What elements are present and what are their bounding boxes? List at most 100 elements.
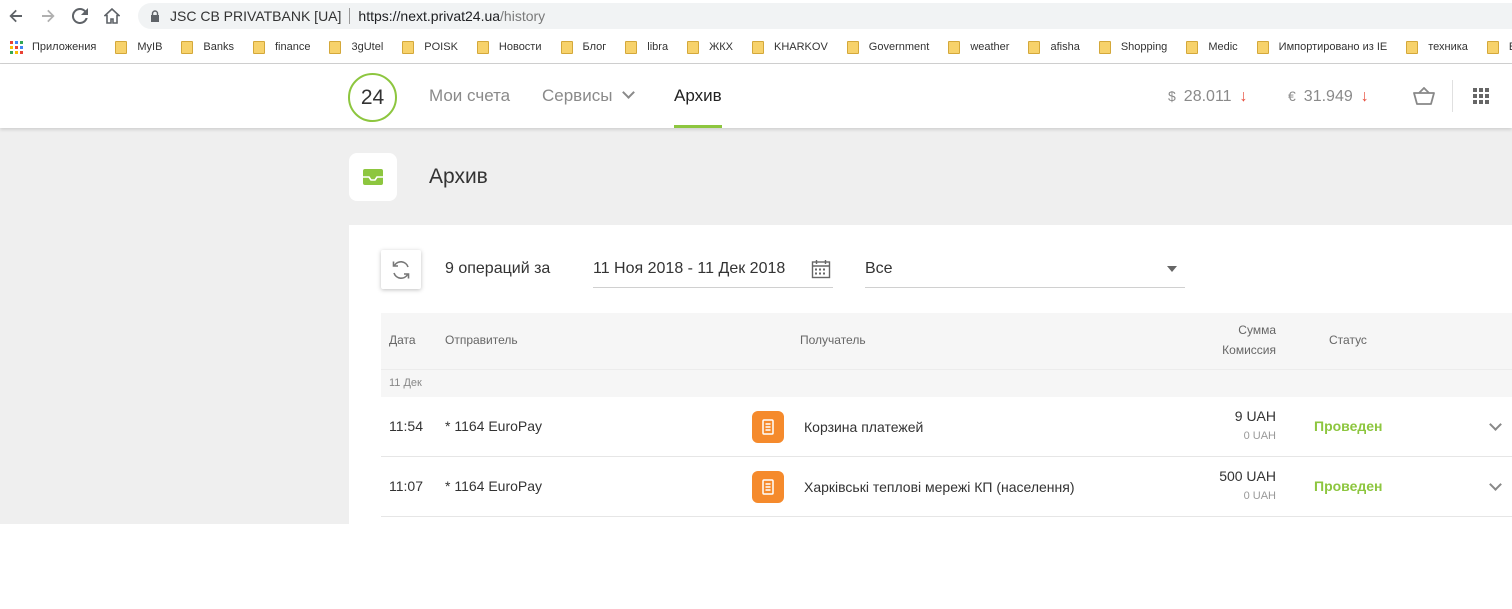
utility-payment-icon	[752, 411, 784, 443]
row-sender: * 1164 EuroPay	[445, 478, 543, 494]
back-icon[interactable]	[0, 0, 32, 32]
nav-services[interactable]: Сервисы	[542, 86, 636, 106]
expand-chevron-icon[interactable]	[1489, 418, 1502, 431]
page-title: Архив	[429, 165, 488, 188]
folder-icon	[846, 40, 859, 54]
nav-services-label: Сервисы	[542, 86, 613, 105]
caret-down-icon	[1167, 266, 1177, 272]
row-recipient: Харківські теплові мережі КП (населення)	[804, 479, 1075, 495]
arrow-down-icon: ↓	[1360, 88, 1369, 105]
bookmark-label: ЖКХ	[709, 41, 733, 53]
row-amount: 9 UAH	[1234, 408, 1276, 424]
bookmark-label: Government	[868, 41, 930, 53]
nav-my-accounts[interactable]: Мои счета	[429, 86, 510, 106]
bookmark-label: weather	[970, 41, 1010, 53]
folder-icon	[687, 40, 700, 54]
bookmark-item[interactable]: Импортировано из IE	[1256, 40, 1387, 54]
dollar-icon: $	[1168, 88, 1176, 104]
refresh-button[interactable]	[381, 250, 421, 289]
operations-filter-select[interactable]: Все	[865, 250, 1185, 288]
col-date: Дата	[389, 333, 416, 347]
url-host: https://next.privat24.ua	[358, 8, 501, 24]
address-bar[interactable]: JSC CB PRIVATBANK [UA] https://next.priv…	[138, 3, 1512, 29]
folder-icon	[115, 40, 128, 54]
status-badge: Проведен	[1314, 418, 1383, 434]
bookmark-item[interactable]: Government	[846, 40, 930, 54]
bookmark-label: POISK	[424, 41, 458, 53]
bookmarks-bar: Приложения MyIB Banks finance 3gUtel POISK Нов…	[0, 32, 1512, 62]
forward-icon[interactable]	[32, 0, 64, 32]
operations-count: 9 операций за	[445, 260, 551, 277]
basket-icon[interactable]	[1413, 87, 1435, 105]
col-status: Статус	[1329, 333, 1367, 347]
usd-rate[interactable]: $28.011 ↓	[1168, 88, 1248, 106]
date-group-header: 11 Дек	[381, 369, 1512, 397]
col-fee: Комиссия	[1222, 343, 1276, 357]
folder-icon	[1486, 40, 1499, 54]
bookmark-label: libra	[647, 41, 669, 53]
bookmark-item[interactable]: POISK	[402, 40, 458, 54]
bookmark-label: Shopping	[1120, 41, 1168, 53]
calendar-icon[interactable]	[811, 259, 831, 279]
col-sender: Отправитель	[445, 333, 518, 347]
folder-icon	[1028, 40, 1041, 54]
col-amount: Сумма	[1238, 323, 1276, 337]
bookmark-item[interactable]: Medic	[1186, 40, 1238, 54]
expand-chevron-icon[interactable]	[1489, 478, 1502, 491]
home-icon[interactable]	[96, 0, 128, 32]
bookmark-label: 3gUtel	[351, 41, 384, 53]
bookmark-label: KHARKOV	[773, 41, 828, 53]
bookmark-item[interactable]: Banks	[181, 40, 234, 54]
bookmark-item[interactable]: finance	[253, 40, 311, 54]
bookmark-item[interactable]: Shopping	[1098, 40, 1168, 54]
header-divider	[1452, 80, 1453, 112]
folder-icon	[625, 40, 638, 54]
table-row[interactable]: 11:54 * 1164 EuroPay Корзина платежей 9 …	[381, 397, 1512, 457]
bookmark-item[interactable]: Приложения	[10, 40, 97, 54]
bookmark-item[interactable]: weather	[948, 40, 1010, 54]
bookmark-item[interactable]: Блог	[560, 40, 607, 54]
bookmark-item[interactable]: ENGLI	[1486, 40, 1512, 54]
folder-icon	[1256, 40, 1269, 54]
date-range-value: 11 Ноя 2018 - 11 Дек 2018	[593, 260, 786, 277]
bookmark-label: Блог	[582, 41, 607, 53]
privat24-logo[interactable]: 24	[348, 73, 397, 122]
bookmark-item[interactable]: KHARKOV	[751, 40, 828, 54]
bookmark-item[interactable]: ЖКХ	[687, 40, 733, 54]
bookmark-label: Новости	[498, 41, 542, 53]
omnibox-divider	[349, 8, 351, 24]
bookmark-item[interactable]: libra	[625, 40, 669, 54]
eur-rate[interactable]: €31.949 ↓	[1288, 88, 1369, 106]
reload-icon[interactable]	[64, 0, 96, 32]
site-header: 24 Мои счета Сервисы Архив $28.011 ↓ €31.…	[0, 64, 1512, 128]
nav-archive[interactable]: Архив	[674, 86, 722, 106]
bookmark-label: finance	[275, 41, 311, 53]
bookmark-label: Приложения	[32, 41, 97, 53]
apps-icon	[10, 40, 23, 54]
archive-icon	[349, 153, 397, 201]
status-badge: Проведен	[1314, 478, 1383, 494]
usd-rate-value: 28.011	[1183, 88, 1232, 105]
apps-grid-icon[interactable]	[1473, 88, 1489, 104]
row-amount: 500 UAH	[1219, 468, 1276, 484]
lock-icon	[151, 10, 159, 22]
bookmark-item[interactable]: afisha	[1028, 40, 1080, 54]
folder-icon	[948, 40, 961, 54]
table-row[interactable]: 11:07 * 1164 EuroPay Харківські теплові …	[381, 457, 1512, 517]
bookmark-item[interactable]: MyIB	[115, 40, 162, 54]
folder-icon	[181, 40, 194, 54]
active-tab-indicator	[674, 125, 722, 128]
site-identity: JSC CB PRIVATBANK [UA]	[170, 8, 342, 24]
arrow-down-icon: ↓	[1239, 88, 1248, 105]
bookmark-item[interactable]: Новости	[476, 40, 542, 54]
row-time: 11:07	[389, 478, 423, 494]
date-range-picker[interactable]: 11 Ноя 2018 - 11 Дек 2018	[593, 250, 833, 288]
bookmark-label: Banks	[203, 41, 234, 53]
browser-toolbar: JSC CB PRIVATBANK [UA] https://next.priv…	[0, 0, 1512, 32]
table-header: Дата Отправитель Получатель Сумма Комисс…	[381, 313, 1512, 369]
row-fee: 0 UAH	[1243, 490, 1276, 502]
folder-icon	[1098, 40, 1111, 54]
bookmark-item[interactable]: 3gUtel	[329, 40, 384, 54]
bookmark-item[interactable]: техника	[1406, 40, 1468, 54]
row-fee: 0 UAH	[1243, 430, 1276, 442]
